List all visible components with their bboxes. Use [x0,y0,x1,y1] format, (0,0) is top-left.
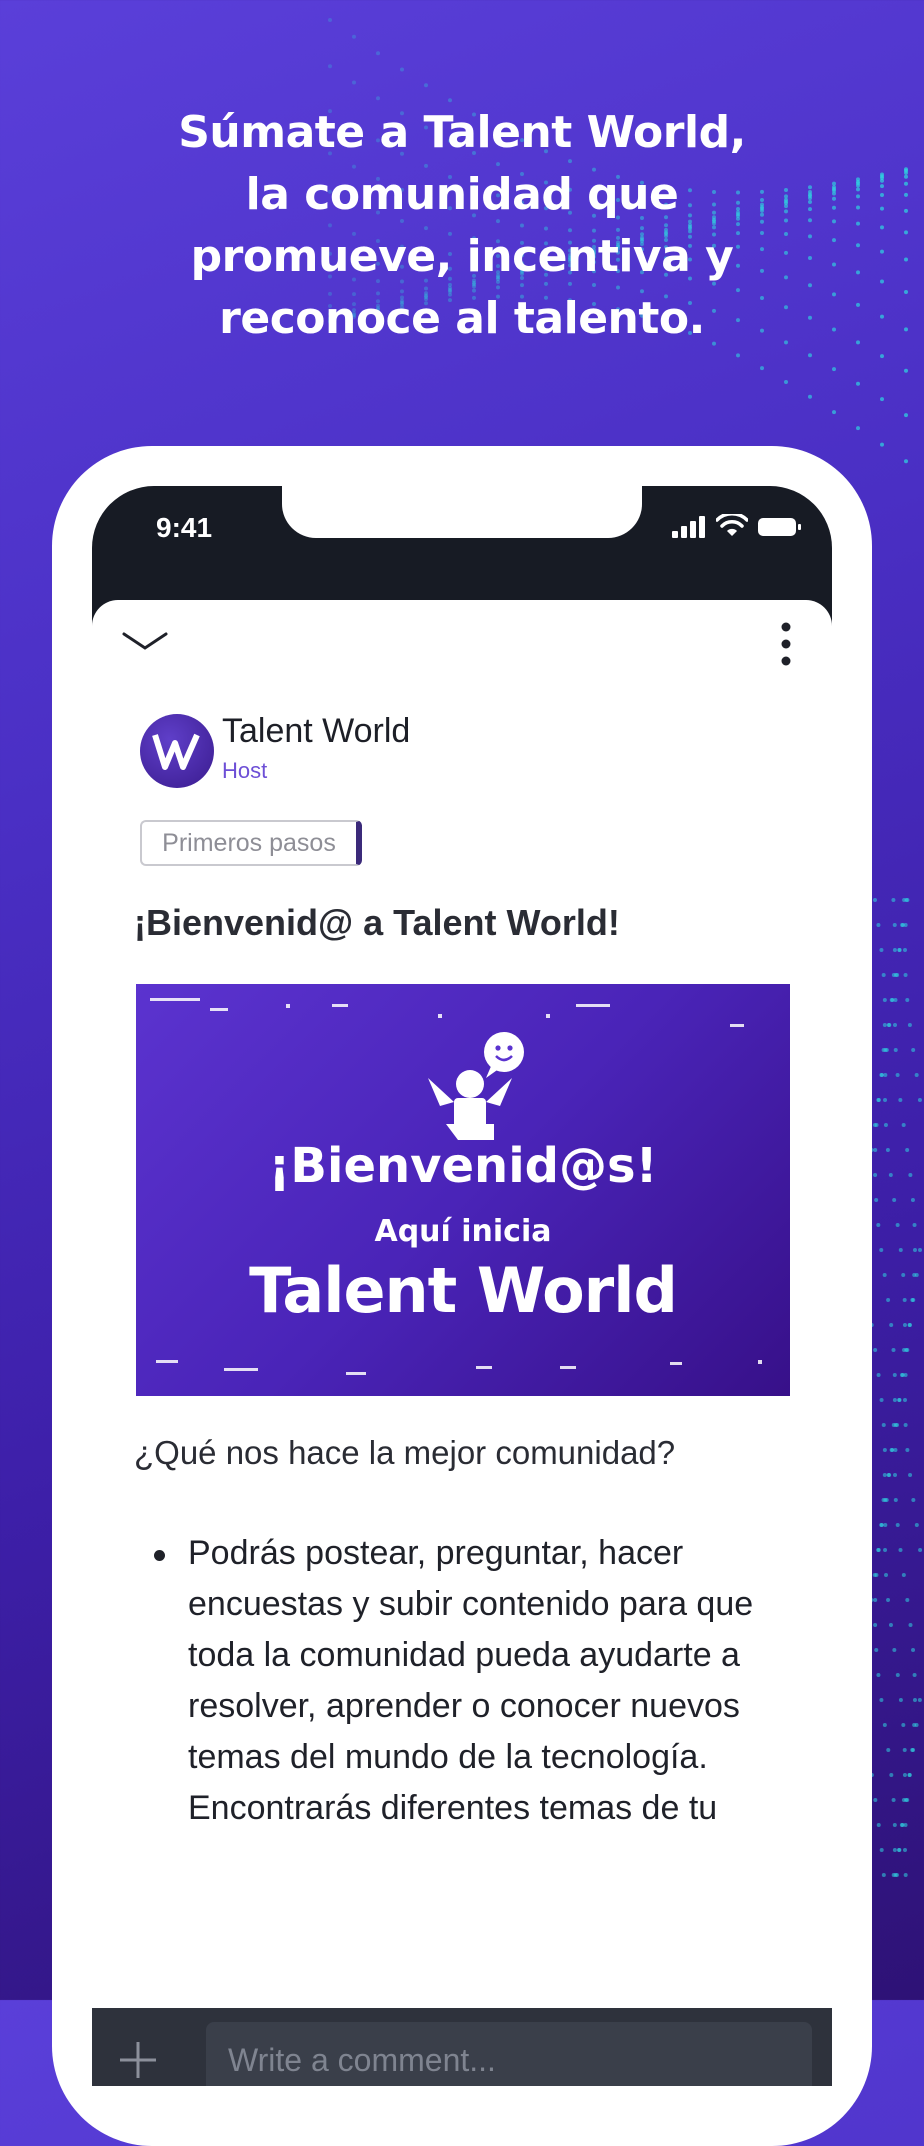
wifi-icon [716,514,748,536]
talent-world-logo-icon [152,733,200,770]
add-attachment-icon[interactable] [118,2040,158,2080]
post-bullet-list: Podrás postear, preguntar, hacer encuest… [154,1528,788,1834]
post-card: Talent World Host Primeros pasos ¡Bienve… [92,600,832,2086]
headline-line-3: promueve, incentiva y [190,231,734,282]
comment-input[interactable] [206,2022,812,2086]
avatar[interactable] [140,714,214,788]
chevron-down-icon[interactable] [122,630,168,654]
banner-brand: Talent World [249,1254,678,1327]
author-name[interactable]: Talent World [222,712,410,751]
signal-icon [672,516,705,538]
headline-line-1: Súmate a Talent World, [178,107,746,158]
topic-tag[interactable]: Primeros pasos [140,820,362,866]
banner-title: ¡Bienvenid@s! [268,1138,658,1194]
headline-line-2: la comunidad que [245,169,679,220]
author-role: Host [222,758,268,783]
phone-screen: 9:41 Talent World Host Primeros pasos ¡B… [92,486,832,2086]
headline-line-4: reconoce al talento. [219,293,705,344]
phone-notch [282,486,642,538]
more-options-icon[interactable] [780,622,792,666]
list-item: Encontrarás diferentes temas de tu [188,1783,788,1834]
headline: Súmate a Talent World, la comunidad que … [62,102,862,350]
list-item: Podrás postear, preguntar, hacer encuest… [154,1528,788,1783]
welcome-banner-image: ¡Bienvenid@s! Aquí inicia Talent World [136,984,790,1396]
post-question: ¿Qué nos hace la mejor comunidad? [134,1434,676,1471]
banner-subtitle: Aquí inicia [374,1214,552,1249]
battery-icon [758,518,801,536]
post-title: ¡Bienvenid@ a Talent World! [134,902,620,943]
status-icons [672,514,802,538]
status-time: 9:41 [156,512,213,543]
comment-bar [92,2008,832,2086]
